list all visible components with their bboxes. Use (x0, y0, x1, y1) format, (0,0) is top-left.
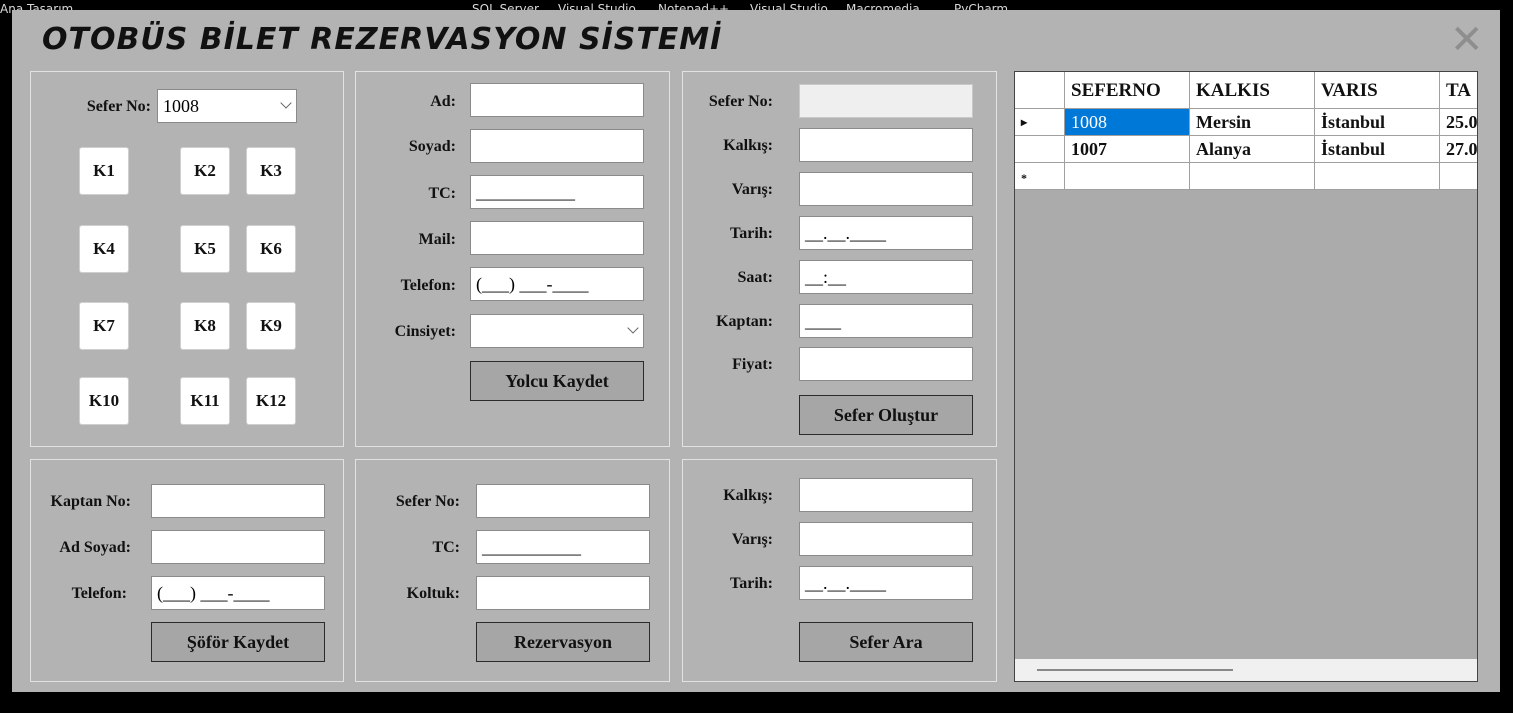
tc-field[interactable]: ___________ (470, 175, 644, 209)
yolcu-kaydet-button[interactable]: Yolcu Kaydet (470, 361, 644, 401)
driver-panel: Kaptan No: Ad Soyad: Telefon: (___) ___-… (30, 459, 344, 682)
column-header-varis[interactable]: VARIS (1315, 72, 1440, 109)
sefer-data-grid[interactable]: SEFERNO KALKIS VARIS TA ▸ 1008 Mersin İs… (1014, 71, 1478, 682)
seat-button-k11[interactable]: K11 (180, 377, 230, 425)
koltuk-field[interactable] (476, 576, 650, 610)
tc-label: TC: (432, 539, 460, 556)
ad-label: Ad: (430, 93, 456, 110)
varis-field[interactable] (799, 522, 973, 556)
sefer-ara-button[interactable]: Sefer Ara (799, 622, 973, 662)
kalkis-field[interactable] (799, 128, 973, 162)
sefer-olustur-button[interactable]: Sefer Oluştur (799, 395, 973, 435)
trip-panel: Sefer No: Kalkış: Varış: Tarih: __.__.__… (682, 71, 997, 447)
kaptan-field[interactable]: ____ (799, 304, 973, 338)
table-cell[interactable]: Alanya (1190, 136, 1315, 163)
table-cell[interactable]: 1007 (1065, 136, 1190, 163)
row-header[interactable] (1015, 136, 1065, 163)
tc-label: TC: (428, 185, 456, 202)
cinsiyet-label: Cinsiyet: (394, 323, 456, 340)
cinsiyet-select[interactable] (470, 314, 644, 348)
table-cell[interactable] (1190, 163, 1315, 190)
sefer-no-label: Sefer No: (86, 98, 151, 115)
soyad-field[interactable] (470, 129, 644, 163)
saat-label: Saat: (737, 269, 773, 286)
mail-label: Mail: (418, 231, 456, 248)
seat-button-k7[interactable]: K7 (79, 302, 129, 350)
chevron-down-icon (627, 322, 639, 334)
seat-button-k12[interactable]: K12 (246, 377, 296, 425)
column-header-tarih[interactable]: TA (1440, 72, 1477, 109)
seat-button-k5[interactable]: K5 (180, 225, 230, 273)
ad-soyad-field[interactable] (151, 530, 325, 564)
seat-button-k2[interactable]: K2 (180, 147, 230, 195)
scrollbar-thumb[interactable] (1037, 669, 1233, 671)
seat-button-k9[interactable]: K9 (246, 302, 296, 350)
reservation-panel: Sefer No: TC: ___________ Koltuk: Rezerv… (355, 459, 670, 682)
ad-field[interactable] (470, 83, 644, 117)
ad-soyad-label: Ad Soyad: (59, 539, 131, 556)
table-cell[interactable]: İstanbul (1315, 136, 1440, 163)
tarih-field[interactable]: __.__.____ (799, 216, 973, 250)
app-window: OTOBÜS BİLET REZERVASYON SİSTEMİ ✕ Sefer… (12, 10, 1500, 692)
grid-corner-header (1015, 72, 1065, 109)
varis-field[interactable] (799, 172, 973, 206)
column-header-kalkis[interactable]: KALKIS (1190, 72, 1315, 109)
sefer-no-label: Sefer No: (395, 493, 460, 510)
kaptan-no-label: Kaptan No: (50, 493, 131, 510)
rezervasyon-button[interactable]: Rezervasyon (476, 622, 650, 662)
koltuk-label: Koltuk: (406, 585, 460, 602)
telefon-label: Telefon: (400, 277, 456, 294)
telefon-label: Telefon: (71, 585, 127, 602)
seat-button-k6[interactable]: K6 (246, 225, 296, 273)
sefer-no-label: Sefer No: (708, 93, 773, 110)
fiyat-label: Fiyat: (732, 356, 773, 373)
table-cell[interactable]: 27.0 (1440, 136, 1477, 163)
table-cell[interactable] (1440, 163, 1477, 190)
kalkis-label: Kalkış: (723, 487, 773, 504)
kaptan-label: Kaptan: (716, 313, 773, 330)
seat-button-k4[interactable]: K4 (79, 225, 129, 273)
seat-button-k8[interactable]: K8 (180, 302, 230, 350)
sofor-kaydet-button[interactable]: Şöför Kaydet (151, 622, 325, 662)
seat-button-k1[interactable]: K1 (79, 147, 129, 195)
soyad-label: Soyad: (408, 138, 456, 155)
sefer-no-field[interactable] (476, 484, 650, 518)
tarih-field[interactable]: __.__.____ (799, 566, 973, 600)
tarih-label: Tarih: (730, 575, 773, 592)
table-cell[interactable]: 25.0 (1440, 109, 1477, 136)
kalkis-label: Kalkış: (723, 137, 773, 154)
tc-field[interactable]: ___________ (476, 530, 650, 564)
new-row-header[interactable]: * (1015, 163, 1065, 190)
saat-field[interactable]: __:__ (799, 260, 973, 294)
chevron-down-icon (280, 97, 292, 109)
close-icon[interactable]: ✕ (1450, 20, 1484, 60)
table-cell[interactable] (1315, 163, 1440, 190)
table-cell[interactable] (1065, 163, 1190, 190)
fiyat-field[interactable] (799, 347, 973, 381)
table-cell[interactable]: 1008 (1065, 109, 1190, 136)
telefon-field[interactable]: (___) ___-____ (151, 576, 325, 610)
table-cell[interactable]: İstanbul (1315, 109, 1440, 136)
varis-label: Varış: (731, 531, 773, 548)
row-header-selected[interactable]: ▸ (1015, 109, 1065, 136)
sefer-no-value: 1008 (163, 96, 199, 116)
column-header-seferno[interactable]: SEFERNO (1065, 72, 1190, 109)
seat-panel: Sefer No: 1008 K1 K2 K3 K4 K5 K6 K7 K8 K… (30, 71, 344, 447)
kaptan-no-field[interactable] (151, 484, 325, 518)
kalkis-field[interactable] (799, 478, 973, 512)
passenger-panel: Ad: Soyad: TC: ___________ Mail: Telefon… (355, 71, 670, 447)
tarih-label: Tarih: (730, 225, 773, 242)
horizontal-scrollbar[interactable] (1015, 659, 1477, 681)
search-panel: Kalkış: Varış: Tarih: __.__.____ Sefer A… (682, 459, 997, 682)
window-title: OTOBÜS BİLET REZERVASYON SİSTEMİ (42, 22, 723, 57)
seat-button-k10[interactable]: K10 (79, 377, 129, 425)
varis-label: Varış: (731, 181, 773, 198)
sefer-no-field (799, 84, 973, 118)
seat-button-k3[interactable]: K3 (246, 147, 296, 195)
sefer-no-select[interactable]: 1008 (157, 89, 297, 123)
telefon-field[interactable]: (___) ___-____ (470, 267, 644, 301)
table-cell[interactable]: Mersin (1190, 109, 1315, 136)
mail-field[interactable] (470, 221, 644, 255)
